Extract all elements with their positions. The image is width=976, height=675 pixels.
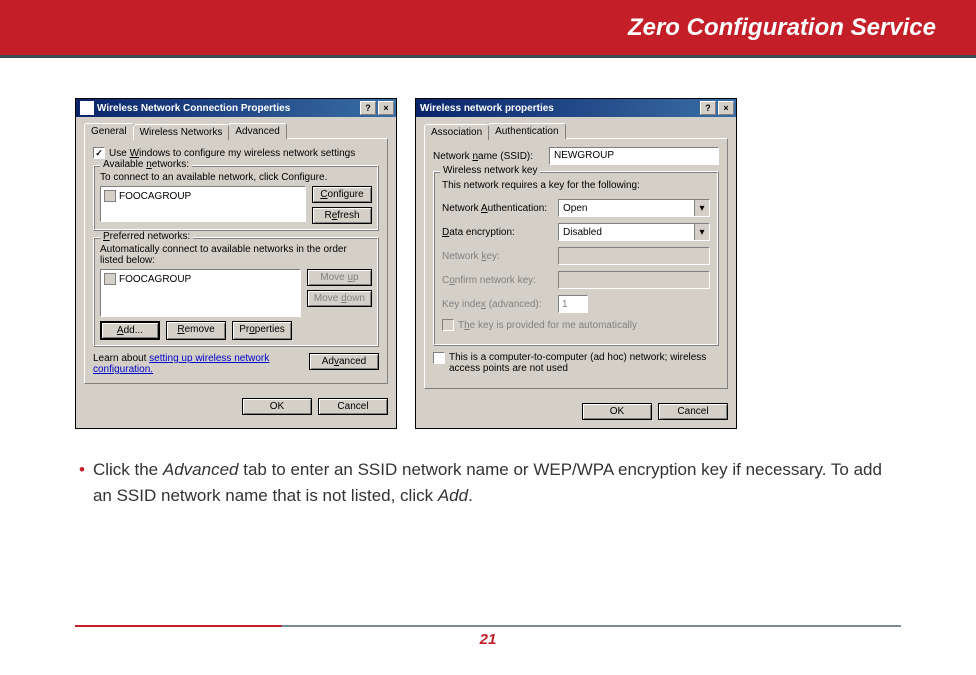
- dialog2-tab-panel: Network name (SSID): NEWGROUP Wireless n…: [424, 138, 728, 389]
- properties-button[interactable]: Properties: [232, 321, 292, 340]
- available-networks-group: Available networks: To connect to an ava…: [93, 165, 379, 231]
- netkey-label: Network key:: [442, 251, 552, 262]
- dialog2-tabs: Association Authentication: [424, 123, 728, 139]
- dialog1-tab-panel: Use Windows to configure my wireless net…: [84, 138, 388, 384]
- tab-advanced[interactable]: Advanced: [228, 123, 286, 139]
- header-title: Zero Configuration Service: [628, 14, 936, 42]
- preferred-networks-group: Preferred networks: Automatically connec…: [93, 237, 379, 347]
- ssid-label: Network name (SSID):: [433, 151, 543, 162]
- advanced-button[interactable]: Advanced: [309, 353, 379, 370]
- content-area: Wireless Network Connection Properties ?…: [0, 58, 976, 508]
- chevron-down-icon: ▾: [694, 200, 709, 216]
- dialog1-title-icon: [80, 101, 94, 115]
- wireless-key-legend: Wireless network key: [440, 165, 540, 176]
- remove-button[interactable]: Remove: [166, 321, 226, 340]
- auth-select[interactable]: Open▾: [558, 199, 710, 217]
- ok-button[interactable]: OK: [582, 403, 652, 420]
- available-hint: To connect to an available network, clic…: [100, 172, 372, 183]
- preferred-networks-legend: Preferred networks:: [100, 231, 193, 242]
- wireless-key-group: Wireless network key This network requir…: [433, 171, 719, 346]
- bullet-icon: •: [79, 457, 85, 508]
- keyindex-spinner: 1: [558, 295, 588, 313]
- confirm-label: Confirm network key:: [442, 275, 552, 286]
- close-button[interactable]: ×: [378, 101, 394, 115]
- preferred-hint: Automatically connect to available netwo…: [100, 244, 372, 266]
- netkey-input: [558, 247, 710, 265]
- confirm-input: [558, 271, 710, 289]
- enc-select[interactable]: Disabled▾: [558, 223, 710, 241]
- learn-text: Learn about setting up wireless network …: [93, 353, 309, 375]
- cancel-button[interactable]: Cancel: [318, 398, 388, 415]
- list-item[interactable]: FOOCAGROUP: [103, 272, 298, 286]
- configure-button[interactable]: Configure: [312, 186, 372, 203]
- network-name: FOOCAGROUP: [119, 274, 191, 285]
- tab-wireless-networks[interactable]: Wireless Networks: [133, 124, 230, 140]
- page-footer: 21: [0, 625, 976, 649]
- adhoc-checkbox[interactable]: [433, 352, 445, 364]
- adhoc-label: This is a computer-to-computer (ad hoc) …: [449, 352, 719, 374]
- auth-label: Network Authentication:: [442, 203, 552, 214]
- refresh-button[interactable]: Refresh: [312, 207, 372, 224]
- enc-label: Data encryption:: [442, 227, 552, 238]
- dialog2-title-text: Wireless network properties: [420, 103, 698, 114]
- ssid-input[interactable]: NEWGROUP: [549, 147, 719, 165]
- key-hint: This network requires a key for the foll…: [442, 180, 710, 191]
- ok-button[interactable]: OK: [242, 398, 312, 415]
- network-name: FOOCAGROUP: [119, 191, 191, 202]
- dialog1-tabs: General Wireless Networks Advanced: [84, 123, 388, 139]
- auto-key-checkbox: [442, 319, 454, 331]
- keyindex-label: Key index (advanced):: [442, 299, 552, 310]
- available-networks-legend: Available networks:: [100, 159, 192, 170]
- footer-rule: [75, 625, 901, 627]
- close-button[interactable]: ×: [718, 101, 734, 115]
- tab-association[interactable]: Association: [424, 124, 489, 140]
- wireless-connection-properties-dialog: Wireless Network Connection Properties ?…: [75, 98, 397, 429]
- dialog1-title-text: Wireless Network Connection Properties: [97, 103, 358, 114]
- use-windows-label: Use Windows to configure my wireless net…: [109, 148, 355, 159]
- instruction-text: • Click the Advanced tab to enter an SSI…: [75, 457, 901, 508]
- wireless-network-properties-dialog: Wireless network properties ? × Associat…: [415, 98, 737, 429]
- dialog2-titlebar: Wireless network properties ? ×: [416, 99, 736, 117]
- add-button[interactable]: Add...: [100, 321, 160, 340]
- available-networks-list[interactable]: FOOCAGROUP: [100, 186, 306, 222]
- preferred-networks-list[interactable]: FOOCAGROUP: [100, 269, 301, 317]
- move-down-button[interactable]: Move down: [307, 290, 372, 307]
- cancel-button[interactable]: Cancel: [658, 403, 728, 420]
- document-header: Zero Configuration Service: [0, 0, 976, 55]
- page-number: 21: [480, 631, 497, 648]
- list-item[interactable]: FOOCAGROUP: [103, 189, 303, 203]
- tab-general[interactable]: General: [84, 123, 134, 139]
- network-icon: [104, 273, 116, 285]
- network-icon: [104, 190, 116, 202]
- help-button[interactable]: ?: [360, 101, 376, 115]
- dialog1-titlebar: Wireless Network Connection Properties ?…: [76, 99, 396, 117]
- move-up-button[interactable]: Move up: [307, 269, 372, 286]
- tab-authentication[interactable]: Authentication: [488, 123, 565, 139]
- auto-key-label: The key is provided for me automatically: [458, 320, 637, 331]
- chevron-down-icon: ▾: [694, 224, 709, 240]
- use-windows-checkbox[interactable]: [93, 147, 105, 159]
- help-button[interactable]: ?: [700, 101, 716, 115]
